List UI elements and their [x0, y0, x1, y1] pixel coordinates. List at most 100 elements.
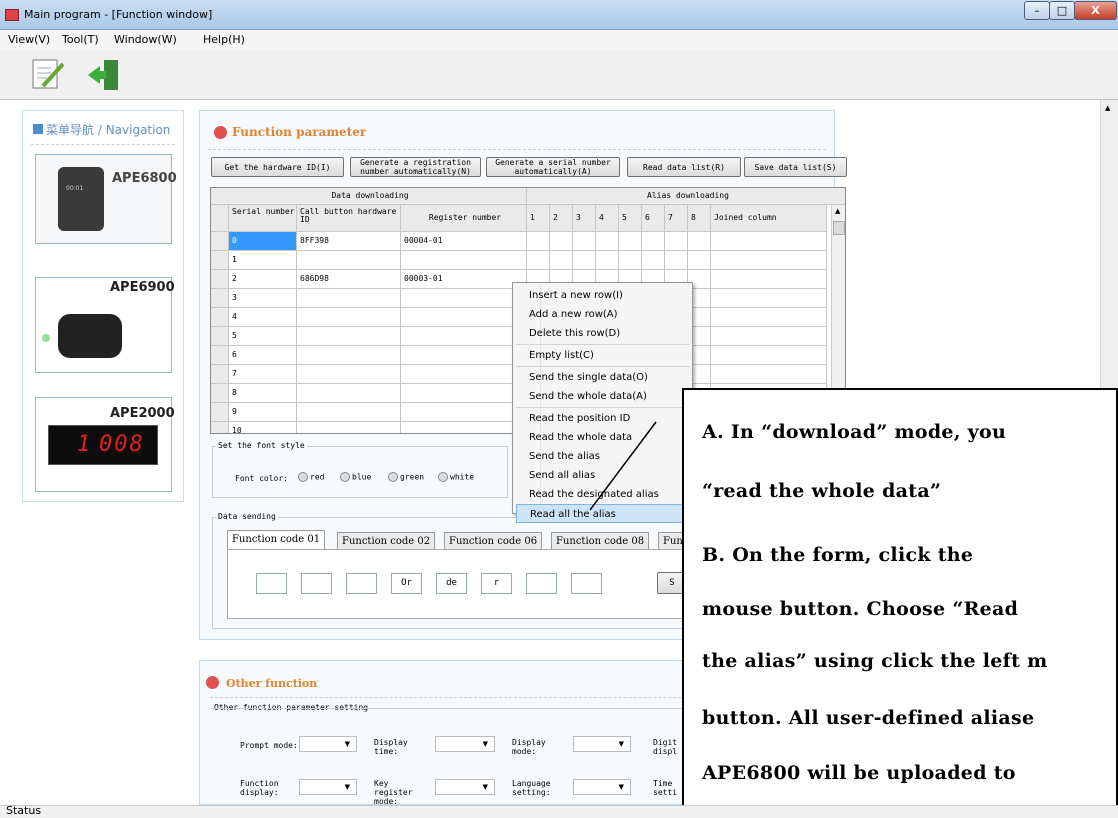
send-field-3[interactable]: [346, 573, 377, 594]
scroll-up-icon[interactable]: ▲: [1105, 104, 1110, 112]
context-menu-item[interactable]: Empty list(C): [516, 346, 690, 365]
context-menu-item[interactable]: Insert a new row(I): [516, 286, 690, 305]
table-cell[interactable]: [401, 422, 527, 433]
table-cell[interactable]: 6: [229, 346, 297, 365]
maximize-button[interactable]: □: [1049, 1, 1075, 20]
table-cell[interactable]: 00004-01: [401, 232, 527, 251]
table-cell[interactable]: [665, 232, 688, 251]
menu-tool[interactable]: Tool(T): [62, 33, 99, 46]
table-cell[interactable]: [711, 232, 827, 251]
row-header[interactable]: [211, 327, 229, 346]
table-cell[interactable]: [401, 403, 527, 422]
table-cell[interactable]: 2: [229, 270, 297, 289]
send-field-1[interactable]: [256, 573, 287, 594]
table-cell[interactable]: [527, 251, 550, 270]
tab-function-code-01[interactable]: Function code 01: [227, 530, 326, 549]
row-header[interactable]: [211, 289, 229, 308]
table-cell[interactable]: [642, 251, 665, 270]
table-cell[interactable]: 5: [229, 327, 297, 346]
table-cell[interactable]: [550, 251, 573, 270]
table-cell[interactable]: [619, 251, 642, 270]
function-display-select[interactable]: ▼: [299, 779, 357, 795]
table-cell[interactable]: [573, 251, 596, 270]
radio-white[interactable]: white: [438, 472, 474, 482]
table-cell[interactable]: [401, 365, 527, 384]
tab-function-code-02[interactable]: Function code 02: [337, 532, 436, 550]
table-cell[interactable]: 7: [229, 365, 297, 384]
table-cell[interactable]: 686D98: [297, 270, 401, 289]
send-field-8[interactable]: [571, 573, 602, 594]
row-header[interactable]: [211, 251, 229, 270]
context-menu-item[interactable]: Send the whole data(A): [516, 387, 690, 406]
table-cell[interactable]: [297, 327, 401, 346]
table-cell[interactable]: [711, 251, 827, 270]
exit-door-icon[interactable]: [86, 58, 122, 92]
table-cell[interactable]: [711, 270, 827, 289]
table-cell[interactable]: [711, 327, 827, 346]
context-menu-item[interactable]: Add a new row(A): [516, 305, 690, 324]
table-cell[interactable]: 8: [229, 384, 297, 403]
row-header[interactable]: [211, 270, 229, 289]
table-cell[interactable]: [711, 346, 827, 365]
display-mode-select[interactable]: ▼: [573, 736, 631, 752]
device-card-ape2000[interactable]: APE2000 1 008: [35, 397, 175, 492]
send-field-4[interactable]: Or: [391, 573, 422, 594]
send-field-5[interactable]: de: [436, 573, 467, 594]
table-cell[interactable]: [297, 289, 401, 308]
table-cell[interactable]: [297, 384, 401, 403]
table-cell[interactable]: 0: [229, 232, 297, 251]
table-cell[interactable]: [401, 346, 527, 365]
table-cell[interactable]: 9: [229, 403, 297, 422]
grid-scroll-thumb[interactable]: [833, 221, 845, 235]
table-cell[interactable]: [297, 346, 401, 365]
display-time-select[interactable]: ▼: [435, 736, 495, 752]
generate-registration-button[interactable]: Generate a registration number automatic…: [350, 157, 481, 177]
edit-document-icon[interactable]: [29, 56, 65, 92]
table-cell[interactable]: [401, 327, 527, 346]
table-cell[interactable]: [297, 308, 401, 327]
table-cell[interactable]: 3: [229, 289, 297, 308]
table-cell[interactable]: [550, 232, 573, 251]
row-header[interactable]: [211, 232, 229, 251]
generate-serial-button[interactable]: Generate a serial number automatically(A…: [486, 157, 620, 177]
row-header[interactable]: [211, 403, 229, 422]
table-cell[interactable]: [401, 289, 527, 308]
menu-help[interactable]: Help(H): [203, 33, 245, 46]
language-select[interactable]: ▼: [573, 779, 631, 795]
table-cell[interactable]: [297, 422, 401, 433]
table-cell[interactable]: [711, 289, 827, 308]
device-card-ape6900[interactable]: APE6900: [35, 277, 175, 373]
read-data-list-button[interactable]: Read data list(R): [627, 157, 741, 177]
row-header[interactable]: [211, 384, 229, 403]
table-cell[interactable]: [401, 251, 527, 270]
table-cell[interactable]: 10: [229, 422, 297, 433]
device-card-ape6800[interactable]: 00:01 APE6800: [35, 154, 177, 244]
save-data-list-button[interactable]: Save data list(S): [744, 157, 847, 177]
table-cell[interactable]: [688, 251, 711, 270]
table-cell[interactable]: [642, 232, 665, 251]
table-cell[interactable]: [596, 251, 619, 270]
table-cell[interactable]: [596, 232, 619, 251]
radio-green[interactable]: green: [388, 472, 424, 482]
table-cell[interactable]: [401, 308, 527, 327]
key-register-select[interactable]: ▼: [435, 779, 495, 795]
send-field-6[interactable]: r: [481, 573, 512, 594]
table-cell[interactable]: [297, 403, 401, 422]
table-cell[interactable]: [573, 232, 596, 251]
table-cell[interactable]: [711, 365, 827, 384]
tab-function-code-08[interactable]: Function code 08: [551, 532, 650, 550]
table-cell[interactable]: [619, 232, 642, 251]
table-cell[interactable]: [401, 384, 527, 403]
tab-function-code-06[interactable]: Function code 06: [444, 532, 543, 550]
minimize-button[interactable]: –: [1024, 1, 1050, 20]
table-cell[interactable]: [688, 232, 711, 251]
table-cell[interactable]: 1: [229, 251, 297, 270]
context-menu-item[interactable]: Send the single data(O): [516, 368, 690, 387]
close-button[interactable]: X: [1074, 1, 1117, 20]
row-header[interactable]: [211, 365, 229, 384]
grid-scroll-up-icon[interactable]: ▲: [835, 207, 840, 215]
row-header[interactable]: [211, 308, 229, 327]
table-cell[interactable]: [527, 232, 550, 251]
table-cell[interactable]: [711, 308, 827, 327]
menu-window[interactable]: Window(W): [114, 33, 177, 46]
